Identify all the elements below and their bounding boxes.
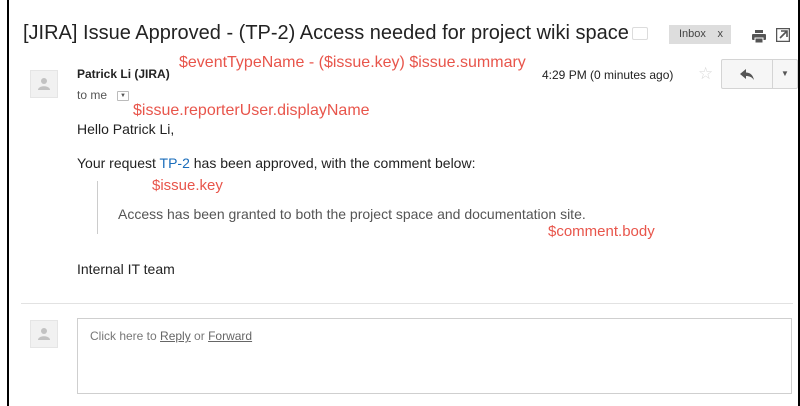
- chevron-down-icon[interactable]: ▼: [117, 91, 129, 101]
- reply-arrow-icon: [740, 69, 754, 80]
- reply-prompt: Click here to Reply or Forward: [90, 329, 252, 343]
- email-subject: [JIRA] Issue Approved - (TP-2) Access ne…: [23, 22, 629, 44]
- print-icon[interactable]: [752, 30, 766, 43]
- forward-link[interactable]: Forward: [208, 329, 252, 343]
- greeting-text: Hello Patrick Li,: [77, 121, 175, 137]
- reply-button[interactable]: [721, 59, 773, 89]
- reply-box[interactable]: Click here to Reply or Forward: [77, 318, 792, 394]
- inbox-label-chip[interactable]: Inbox x: [669, 25, 731, 44]
- reply-or: or: [190, 329, 209, 343]
- reply-link[interactable]: Reply: [160, 329, 191, 343]
- issue-link[interactable]: TP-2: [160, 155, 190, 171]
- person-icon: [38, 78, 50, 90]
- star-icon[interactable]: ☆: [698, 64, 713, 84]
- annotation-event-subject: $eventTypeName - ($issue.key) $issue.sum…: [179, 54, 526, 71]
- person-icon: [38, 328, 50, 340]
- request-prefix: Your request: [77, 155, 160, 171]
- quoted-comment: Access has been granted to both the proj…: [118, 206, 586, 222]
- signoff-text: Internal IT team: [77, 261, 175, 277]
- sender-avatar: [30, 70, 58, 98]
- annotation-comment-body: $comment.body: [548, 223, 655, 240]
- annotation-reporter: $issue.reporterUser.displayName: [133, 102, 370, 119]
- reply-avatar: [30, 320, 58, 348]
- email-timestamp: 4:29 PM (0 minutes ago): [542, 68, 674, 82]
- new-window-icon[interactable]: [776, 28, 790, 42]
- reply-prefix: Click here to: [90, 329, 161, 343]
- divider: [21, 303, 793, 304]
- more-options-button[interactable]: ▼: [772, 59, 798, 89]
- inbox-label-text: Inbox: [679, 28, 706, 40]
- quote-bar: [97, 181, 98, 234]
- recipient-line: to me: [77, 88, 108, 102]
- request-line: Your request TP-2 has been approved, wit…: [77, 155, 475, 171]
- annotation-issue-key: $issue.key: [152, 177, 223, 194]
- remove-label-button[interactable]: x: [718, 28, 724, 40]
- request-suffix: has been approved, with the comment belo…: [189, 155, 476, 171]
- sender-name[interactable]: Patrick Li (JIRA): [77, 67, 170, 81]
- label-checkbox[interactable]: [632, 27, 648, 40]
